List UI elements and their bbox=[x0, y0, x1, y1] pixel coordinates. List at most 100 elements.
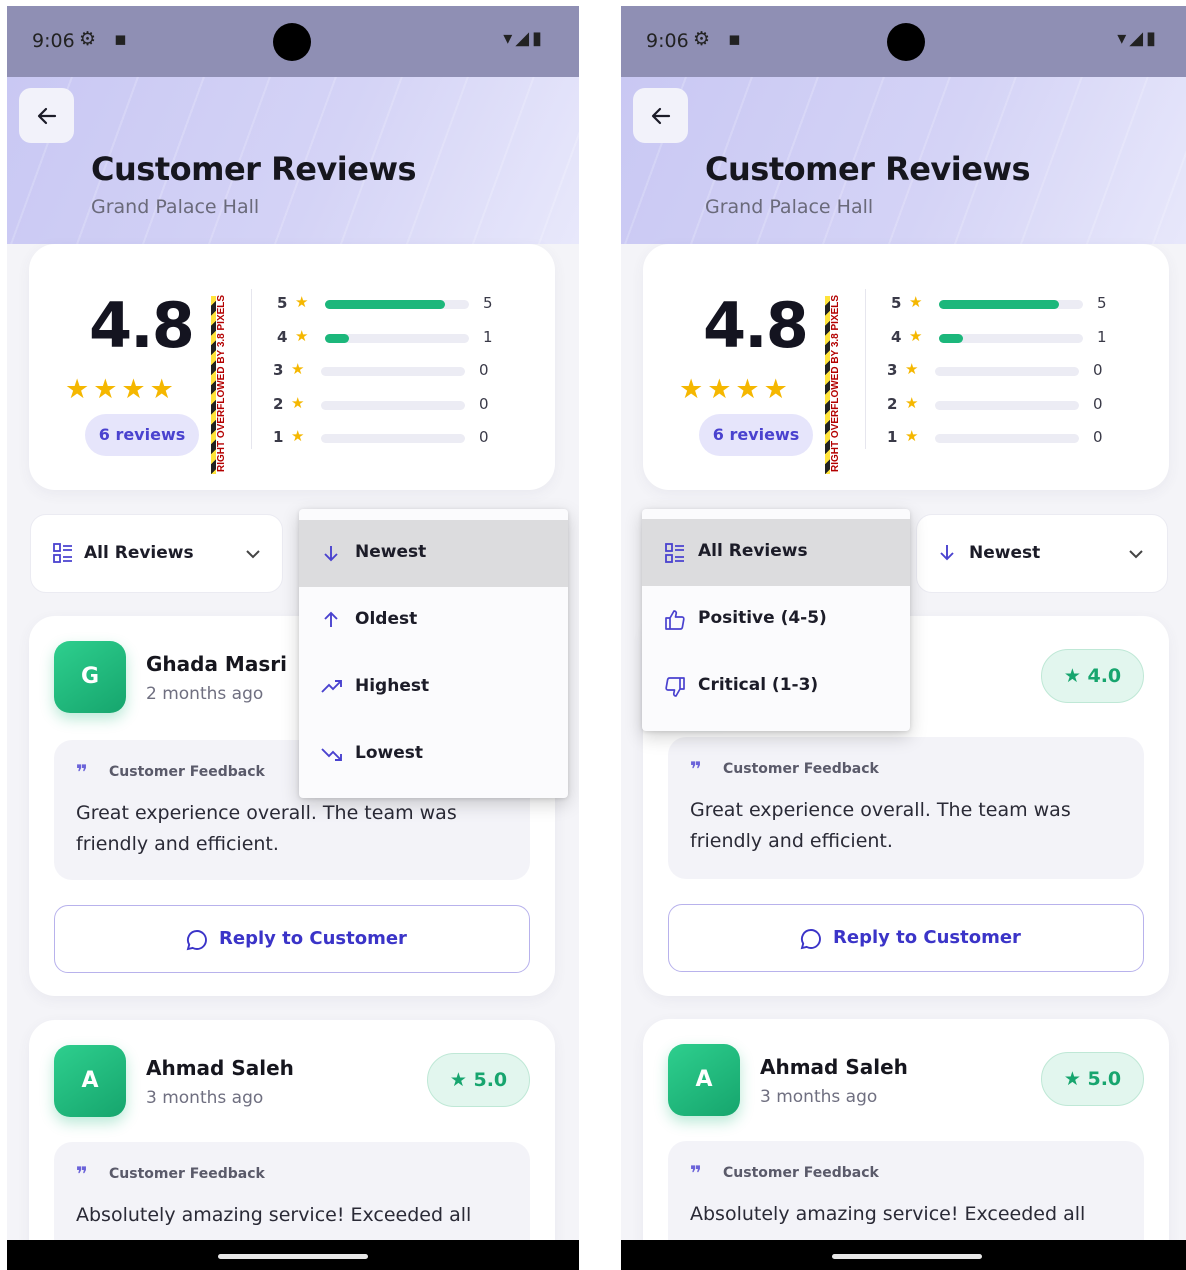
rating-summary-card: 4.8 ★★★★ 6 reviews RIGHT OVERFLOWED BY 3… bbox=[29, 244, 555, 490]
star-icon: ★ bbox=[295, 326, 309, 345]
page-header: Customer Reviews Grand Palace Hall bbox=[7, 77, 579, 244]
rating-badge: ★ 4.0 bbox=[1041, 649, 1144, 703]
review-text: Great experience overall. The team was f… bbox=[76, 802, 457, 855]
reply-button[interactable]: Reply to Customer bbox=[668, 904, 1144, 972]
home-handle[interactable] bbox=[832, 1254, 982, 1259]
star-level: 5 bbox=[277, 294, 288, 312]
star-level: 3 bbox=[273, 361, 284, 379]
distribution-bar bbox=[939, 300, 1083, 309]
arrow-left-icon bbox=[651, 107, 671, 125]
message-circle-icon bbox=[800, 929, 821, 950]
sort-dropdown[interactable]: Newest bbox=[916, 514, 1168, 593]
camera-cutout bbox=[273, 23, 311, 61]
phone-screen-sort-menu: 9:06 ⚙ ▪ ▾◢▮ Customer Reviews Grand Pala… bbox=[7, 6, 579, 1270]
menu-item-label: Critical (1-3) bbox=[698, 675, 819, 695]
feedback-box: ❞ Customer Feedback Great experience ove… bbox=[668, 737, 1144, 879]
phone-screen-filter-menu: 9:06 ⚙ ▪ ▾◢▮ Customer Reviews Grand Pala… bbox=[621, 6, 1186, 1270]
overflow-warning: RIGHT OVERFLOWED BY 3.8 PIXELS bbox=[216, 292, 227, 474]
menu-item-lowest[interactable]: Lowest bbox=[299, 721, 568, 788]
rating-value: 5.0 bbox=[1087, 1068, 1122, 1090]
rating-badge: ★ 5.0 bbox=[1041, 1052, 1144, 1106]
arrow-down-icon bbox=[940, 545, 954, 561]
star-level: 3 bbox=[887, 361, 898, 379]
star-count: 0 bbox=[479, 394, 489, 413]
camera-cutout bbox=[887, 23, 925, 61]
feedback-label: Customer Feedback bbox=[109, 764, 265, 780]
avatar: A bbox=[668, 1044, 740, 1116]
distribution-row: 5 ★ 5 bbox=[891, 293, 1151, 314]
star-level: 1 bbox=[273, 428, 284, 446]
star-level: 4 bbox=[277, 327, 288, 346]
sort-label: Newest bbox=[969, 543, 1041, 563]
home-handle[interactable] bbox=[218, 1254, 368, 1259]
menu-item-all-reviews[interactable]: All Reviews bbox=[642, 519, 910, 586]
quote-icon: ❞ bbox=[690, 757, 702, 781]
reply-button[interactable]: Reply to Customer bbox=[54, 905, 530, 973]
distribution-bar bbox=[935, 400, 1079, 410]
star-icon: ★ bbox=[291, 393, 305, 412]
trending-down-icon bbox=[321, 748, 342, 761]
rating-stars: ★★★★ bbox=[65, 374, 178, 405]
message-circle-icon bbox=[186, 930, 207, 951]
review-time: 3 months ago bbox=[760, 1087, 878, 1107]
star-icon: ★ bbox=[291, 427, 305, 445]
distribution-bar bbox=[321, 434, 465, 443]
status-bar: 9:06 ⚙ ▪ ▾◢▮ bbox=[7, 6, 579, 77]
reviewer-name: Ghada Masri bbox=[146, 652, 287, 676]
distribution-row: 2 ★ 0 bbox=[887, 394, 1147, 415]
distribution-bar-fill bbox=[325, 300, 445, 309]
star-level: 1 bbox=[887, 428, 898, 446]
overflow-warning: RIGHT OVERFLOWED BY 3.8 PIXELS bbox=[830, 292, 841, 474]
star-count: 0 bbox=[1093, 428, 1103, 446]
status-left-icons: ⚙ ▪ bbox=[693, 28, 747, 50]
menu-item-label: Positive (4-5) bbox=[698, 608, 827, 628]
menu-item-newest[interactable]: Newest bbox=[299, 520, 568, 587]
arrow-down-icon bbox=[324, 546, 338, 562]
menu-item-label: Lowest bbox=[355, 743, 423, 763]
menu-item-oldest[interactable]: Oldest bbox=[299, 587, 568, 654]
star-icon: ★ bbox=[909, 293, 923, 311]
page-subtitle: Grand Palace Hall bbox=[91, 196, 260, 218]
reviewer-name: Ahmad Saleh bbox=[760, 1055, 908, 1079]
star-icon: ★ bbox=[905, 360, 919, 378]
star-count: 0 bbox=[1093, 394, 1103, 413]
quote-icon: ❞ bbox=[690, 1161, 702, 1185]
star-count: 1 bbox=[483, 327, 493, 346]
average-rating: 4.8 bbox=[703, 289, 809, 362]
star-count: 0 bbox=[479, 428, 489, 446]
feedback-label: Customer Feedback bbox=[723, 761, 879, 777]
rating-value: 4.0 bbox=[1087, 665, 1122, 687]
back-button[interactable] bbox=[633, 88, 688, 143]
menu-item-label: Oldest bbox=[355, 609, 418, 629]
arrow-left-icon bbox=[37, 107, 57, 125]
distribution-bar bbox=[325, 333, 469, 343]
menu-item-highest[interactable]: Highest bbox=[299, 654, 568, 721]
star-count: 1 bbox=[1097, 327, 1107, 346]
status-right-icons: ▾◢▮ bbox=[1117, 28, 1159, 49]
review-text: Great experience overall. The team was f… bbox=[690, 799, 1071, 852]
menu-item-critical[interactable]: Critical (1-3) bbox=[642, 653, 910, 720]
distribution-bar-fill bbox=[325, 333, 350, 343]
star-level: 4 bbox=[891, 327, 902, 346]
rating-badge: ★ 5.0 bbox=[427, 1053, 530, 1107]
status-right-icons: ▾◢▮ bbox=[503, 28, 545, 49]
back-button[interactable] bbox=[19, 88, 74, 143]
menu-item-positive[interactable]: Positive (4-5) bbox=[642, 586, 910, 653]
star-icon: ★ bbox=[1063, 1068, 1088, 1090]
review-time: 3 months ago bbox=[146, 1088, 264, 1108]
trending-up-icon bbox=[321, 680, 342, 693]
avatar: A bbox=[54, 1045, 126, 1117]
star-icon: ★ bbox=[905, 427, 919, 445]
arrow-up-icon bbox=[324, 611, 338, 627]
distribution-row: 1 ★ 0 bbox=[887, 427, 1147, 448]
distribution-bar bbox=[935, 367, 1079, 376]
average-rating: 4.8 bbox=[89, 289, 195, 362]
review-filter-dropdown[interactable]: All Reviews bbox=[30, 514, 283, 593]
distribution-row: 1 ★ 0 bbox=[273, 427, 533, 448]
distribution-bar bbox=[325, 300, 469, 309]
status-time: 9:06 bbox=[646, 30, 689, 52]
star-level: 2 bbox=[273, 394, 284, 413]
status-bar: 9:06 ⚙ ▪ ▾◢▮ bbox=[621, 6, 1186, 77]
status-time: 9:06 bbox=[32, 30, 75, 52]
distribution-bar-fill bbox=[939, 333, 964, 343]
